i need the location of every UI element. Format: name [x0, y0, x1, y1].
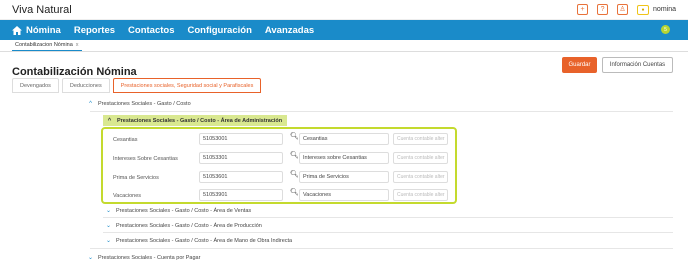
divider [103, 217, 673, 218]
field-label: Cesantias [113, 136, 138, 143]
chevron-up-icon: ^ [89, 101, 92, 107]
tree-sub-label: Prestaciones Sociales - Gasto / Costo - … [116, 237, 293, 244]
chevron-up-icon: ^ [107, 117, 112, 124]
help-icon[interactable]: ? [597, 4, 609, 15]
save-button[interactable]: Guardar [562, 57, 597, 73]
form-row-prima: Prima de Servicios 51053601 🔍︎ Prima de … [103, 170, 455, 185]
alt-account-input[interactable]: Cuenta contable alter [393, 189, 448, 201]
nav-nomina[interactable]: Nómina [12, 25, 61, 36]
breadcrumb-tab[interactable]: Contabilizacion Nómina x [12, 42, 82, 51]
form-row-cesantias: Cesantias 51053001 🔍︎ Cesantias Cuenta c… [103, 132, 455, 147]
field-label: Intereses Sobre Cesantias [113, 155, 178, 162]
app-title: Viva Natural [12, 3, 72, 16]
divider [103, 232, 673, 233]
tree-sub-produccion[interactable]: ⌄ Prestaciones Sociales - Gasto / Costo … [105, 222, 262, 230]
tab-devengados[interactable]: Devengados [12, 78, 59, 93]
tree-sub-label: Prestaciones Sociales - Gasto / Costo - … [116, 222, 262, 229]
user-label: nomina [653, 6, 676, 13]
tree-group-gasto-costo[interactable]: ^ Prestaciones Sociales - Gasto / Costo [87, 101, 191, 107]
account-code-input[interactable]: 51053601 [199, 171, 283, 183]
nav-avanzadas[interactable]: Avanzadas [265, 25, 314, 36]
account-desc-input[interactable]: Vacaciones [299, 189, 389, 201]
chevron-down-icon: ⌄ [105, 208, 112, 214]
tree-group-cuenta-pagar[interactable]: ⌄ Prestaciones Sociales - Cuenta por Pag… [87, 254, 201, 262]
chevron-down-icon: ⌄ [87, 255, 94, 261]
user-menu[interactable]: ● nomina [637, 4, 676, 15]
field-label: Prima de Servicios [113, 174, 159, 181]
plus-icon[interactable]: + [577, 4, 589, 15]
nav-nomina-label: Nómina [26, 24, 61, 36]
search-icon[interactable]: 🔍︎ [290, 188, 299, 196]
nav-reportes[interactable]: Reportes [74, 25, 115, 36]
divider [90, 111, 673, 112]
tab-bar: Devengados Deducciones Prestaciones soci… [12, 78, 262, 93]
tree-group-label: Prestaciones Sociales - Gasto / Costo [98, 101, 191, 107]
user-icon[interactable]: ♙ [617, 4, 629, 15]
chevron-down-icon: ⌄ [105, 238, 112, 244]
info-accounts-button[interactable]: Información Cuentas [602, 57, 673, 73]
tree-sub-label: Prestaciones Sociales - Gasto / Costo - … [116, 207, 252, 214]
account-code-input[interactable]: 51053901 [199, 189, 283, 201]
search-icon[interactable]: 🔍︎ [290, 151, 299, 159]
tree-sub-administracion[interactable]: ^ Prestaciones Sociales - Gasto / Costo … [103, 115, 287, 126]
tree-sub-label: Prestaciones Sociales - Gasto / Costo - … [117, 117, 283, 124]
home-icon [12, 25, 22, 35]
tree-sub-ventas[interactable]: ⌄ Prestaciones Sociales - Gasto / Costo … [105, 207, 252, 215]
divider [90, 248, 673, 249]
nav-configuracion[interactable]: Configuración [187, 25, 251, 36]
accounts-form: Cesantias 51053001 🔍︎ Cesantias Cuenta c… [101, 127, 457, 204]
account-code-input[interactable]: 51053301 [199, 152, 283, 164]
breadcrumb: Contabilizacion Nómina x [0, 40, 688, 52]
form-row-intereses: Intereses Sobre Cesantias 51053301 🔍︎ In… [103, 151, 455, 166]
main-nav: Nómina Reportes Contactos Configuración … [0, 20, 688, 40]
account-code-input[interactable]: 51053001 [199, 133, 283, 145]
account-desc-input[interactable]: Intereses sobre Cesantias [299, 152, 389, 164]
search-icon[interactable]: 🔍︎ [290, 170, 299, 178]
tab-deducciones[interactable]: Deducciones [61, 78, 110, 93]
chevron-down-icon: ⌄ [105, 223, 112, 229]
search-icon[interactable]: 🔍︎ [290, 132, 299, 140]
alt-account-input[interactable]: Cuenta contable alter [393, 171, 448, 183]
form-row-vacaciones: Vacaciones 51053901 🔍︎ Vacaciones Cuenta… [103, 188, 455, 203]
top-bar: Viva Natural + ? ♙ ● nomina [0, 0, 688, 20]
alt-account-input[interactable]: Cuenta contable alter [393, 133, 448, 145]
alt-account-input[interactable]: Cuenta contable alter [393, 152, 448, 164]
field-label: Vacaciones [113, 192, 142, 199]
tree-group-label: Prestaciones Sociales - Cuenta por Pagar [98, 254, 201, 261]
account-desc-input[interactable]: Prima de Servicios [299, 171, 389, 183]
account-desc-input[interactable]: Cesantias [299, 133, 389, 145]
top-actions: + ? ♙ ● nomina [577, 4, 676, 15]
page-title: Contabilización Nómina [12, 66, 137, 78]
nav-contactos[interactable]: Contactos [128, 25, 174, 36]
user-badge-icon: ● [637, 4, 650, 15]
close-icon[interactable]: x [76, 42, 79, 48]
breadcrumb-tab-label: Contabilizacion Nómina [15, 42, 73, 48]
tab-prestaciones[interactable]: Prestaciones sociales, Seguridad social … [112, 78, 262, 93]
notification-badge[interactable]: 5 [661, 25, 670, 34]
tree-sub-mano-obra[interactable]: ⌄ Prestaciones Sociales - Gasto / Costo … [105, 237, 293, 245]
